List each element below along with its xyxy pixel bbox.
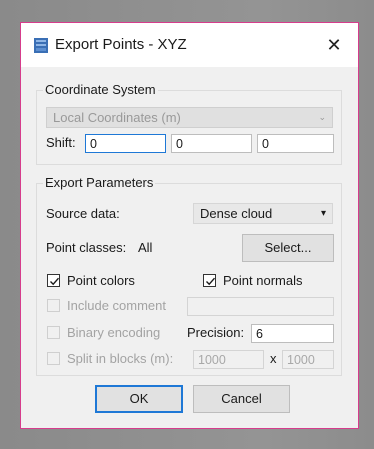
checkmark-icon [206, 277, 216, 286]
point-colors-label: Point colors [67, 273, 135, 288]
comment-input [187, 297, 334, 316]
include-comment-label: Include comment [67, 298, 166, 313]
precision-input[interactable] [251, 324, 334, 343]
precision-label: Precision: [187, 325, 245, 340]
close-icon[interactable]: ✕ [321, 33, 347, 57]
export-parameters-legend: Export Parameters [43, 175, 156, 190]
split-separator: x [270, 351, 277, 366]
point-classes-label: Point classes: [46, 240, 127, 255]
cancel-button-label: Cancel [221, 391, 262, 406]
chevron-down-icon: ⌄ [318, 112, 326, 122]
split-y-input [282, 350, 334, 369]
coordinate-system-value: Local Coordinates (m) [53, 110, 181, 125]
coordinate-system-legend: Coordinate System [43, 82, 158, 97]
split-x-input [193, 350, 264, 369]
select-button-label: Select... [264, 240, 312, 255]
shift-z-input[interactable] [257, 134, 334, 153]
source-data-label: Source data: [46, 206, 120, 221]
app-window-icon [34, 38, 48, 53]
source-data-value: Dense cloud [200, 206, 273, 221]
point-normals-checkbox[interactable] [203, 274, 216, 287]
checkmark-icon [50, 277, 60, 286]
source-data-select[interactable]: Dense cloud ▾ [193, 203, 333, 224]
binary-encoding-checkbox [47, 326, 60, 339]
title-bar: Export Points - XYZ ✕ [21, 23, 358, 67]
export-points-dialog: Export Points - XYZ ✕ Coordinate System … [20, 22, 359, 429]
ok-button[interactable]: OK [95, 385, 183, 413]
point-colors-checkbox[interactable] [47, 274, 60, 287]
chevron-down-icon: ▾ [320, 208, 326, 219]
split-blocks-checkbox [47, 352, 60, 365]
binary-encoding-label: Binary encoding [67, 325, 161, 340]
include-comment-checkbox [47, 299, 60, 312]
export-parameters-group: Export Parameters Source data: Dense clo… [36, 175, 342, 376]
point-normals-label: Point normals [223, 273, 303, 288]
window-title: Export Points - XYZ [55, 36, 187, 53]
split-blocks-label: Split in blocks (m): [67, 351, 174, 366]
cancel-button[interactable]: Cancel [193, 385, 290, 413]
shift-x-input[interactable] [85, 134, 166, 153]
coordinate-system-select: Local Coordinates (m) ⌄ [46, 107, 333, 128]
coordinate-system-group: Coordinate System Local Coordinates (m) … [36, 82, 342, 165]
ok-button-label: OK [129, 391, 149, 406]
select-classes-button[interactable]: Select... [242, 234, 334, 262]
shift-label: Shift: [46, 135, 76, 150]
point-classes-value: All [138, 240, 153, 255]
shift-y-input[interactable] [171, 134, 252, 153]
